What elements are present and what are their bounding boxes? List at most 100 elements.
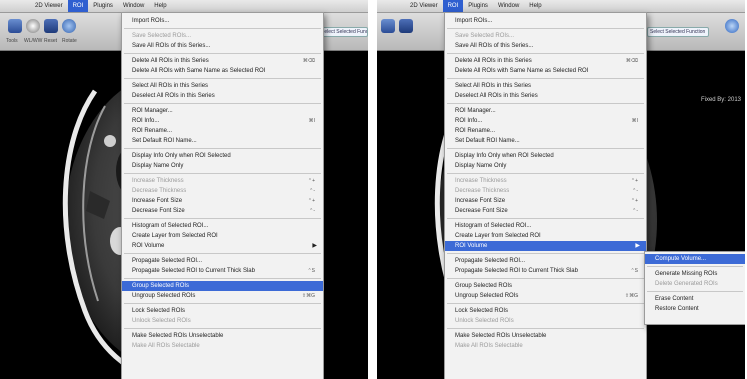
menubar-item-plugins[interactable]: Plugins bbox=[88, 0, 118, 12]
menu-item-deselect-all-rois-in-this-series[interactable]: Deselect All ROIs in this Series bbox=[122, 91, 323, 101]
roi-menu: Import ROIs... Save Selected ROIs... Save … bbox=[121, 12, 324, 379]
menu-item-shortcut: ⌘I bbox=[308, 118, 315, 124]
menu-item-label: Decrease Font Size bbox=[455, 208, 508, 214]
menu-item-decrease-font-size[interactable]: Decrease Font Size ⌃- bbox=[445, 206, 646, 216]
tools-icon[interactable] bbox=[8, 19, 22, 33]
menu-item-group-selected-rois[interactable]: Group Selected ROIs bbox=[445, 281, 646, 291]
menu-item-display-name-only[interactable]: Display Name Only bbox=[445, 161, 646, 171]
menu-item-select-all-rois-in-this-series[interactable]: Select All ROIs in this Series bbox=[122, 81, 323, 91]
menu-item-shortcut: ⌃S bbox=[630, 268, 638, 274]
menu-item-delete-all-rois-with-same-name-as-selected-roi[interactable]: Delete All ROIs with Same Name as Select… bbox=[122, 66, 323, 76]
reset-icon[interactable] bbox=[44, 19, 58, 33]
menubar-item-2d-viewer[interactable]: 2D Viewer bbox=[30, 0, 68, 12]
menu-item-label: Decrease Thickness bbox=[455, 188, 510, 194]
reset-icon[interactable] bbox=[399, 19, 413, 33]
menu-item-create-layer-from-selected-roi[interactable]: Create Layer from Selected ROI bbox=[122, 231, 323, 241]
menu-item-propagate-selected-roi[interactable]: Propagate Selected ROI... bbox=[445, 256, 646, 266]
wlww-icon[interactable] bbox=[26, 19, 40, 33]
menu-item-restore-content[interactable]: Restore Content bbox=[645, 304, 745, 314]
menu-item-roi-manager[interactable]: ROI Manager... bbox=[445, 106, 646, 116]
menu-item-save-all-rois-of-this-series[interactable]: Save All ROIs of this Series... bbox=[445, 41, 646, 51]
menu-item-label: Save Selected ROIs... bbox=[132, 33, 192, 39]
menu-item-decrease-thickness[interactable]: Decrease Thickness ⌃- bbox=[445, 186, 646, 196]
menubar-item-help[interactable]: Help bbox=[524, 0, 546, 12]
menu-item-delete-all-rois-with-same-name-as-selected-roi[interactable]: Delete All ROIs with Same Name as Select… bbox=[445, 66, 646, 76]
menu-item-delete-generated-rois[interactable]: Delete Generated ROIs bbox=[645, 279, 745, 289]
menu-item-set-default-roi-name[interactable]: Set Default ROI Name... bbox=[445, 136, 646, 146]
menu-item-create-layer-from-selected-roi[interactable]: Create Layer from Selected ROI bbox=[445, 231, 646, 241]
menu-item-save-selected-rois[interactable]: Save Selected ROIs... bbox=[445, 31, 646, 41]
menu-item-group-selected-rois[interactable]: Group Selected ROIs bbox=[122, 281, 323, 291]
menu-separator bbox=[447, 78, 644, 79]
menu-item-propagate-selected-roi[interactable]: Propagate Selected ROI... bbox=[122, 256, 323, 266]
menu-item-display-info-only-when-roi-selected[interactable]: Display Info Only when ROI Selected bbox=[122, 151, 323, 161]
menubar-item-window[interactable]: Window bbox=[493, 0, 524, 12]
menubar-item-plugins[interactable]: Plugins bbox=[463, 0, 493, 12]
menu-item-import-rois[interactable]: Import ROIs... bbox=[122, 16, 323, 26]
menu-item-unlock-selected-rois[interactable]: Unlock Selected ROIs bbox=[122, 316, 323, 326]
menu-item-ungroup-selected-rois[interactable]: Ungroup Selected ROIs ⇧⌘G bbox=[122, 291, 323, 301]
menu-item-shortcut: ⌃- bbox=[309, 188, 315, 194]
menu-item-label: Propagate Selected ROI to Current Thick … bbox=[132, 268, 255, 274]
menu-item-make-all-rois-selectable[interactable]: Make All ROIs Selectable bbox=[122, 341, 323, 351]
menu-item-decrease-thickness[interactable]: Decrease Thickness ⌃- bbox=[122, 186, 323, 196]
menu-item-delete-all-rois-in-this-series[interactable]: Delete All ROIs in this Series ⌘⌫ bbox=[122, 56, 323, 66]
menu-separator bbox=[447, 28, 644, 29]
function-field[interactable]: Select Selected Function bbox=[318, 27, 368, 37]
menu-item-display-name-only[interactable]: Display Name Only bbox=[122, 161, 323, 171]
menu-item-roi-volume[interactable]: ROI Volume ▶ bbox=[445, 241, 646, 251]
menu-item-delete-all-rois-in-this-series[interactable]: Delete All ROIs in this Series ⌘⌫ bbox=[445, 56, 646, 66]
menu-item-make-all-rois-selectable[interactable]: Make All ROIs Selectable bbox=[445, 341, 646, 351]
menu-separator bbox=[124, 103, 321, 104]
menu-item-increase-font-size[interactable]: Increase Font Size ⌃+ bbox=[122, 196, 323, 206]
menu-item-lock-selected-rois[interactable]: Lock Selected ROIs bbox=[445, 306, 646, 316]
menu-item-lock-selected-rois[interactable]: Lock Selected ROIs bbox=[122, 306, 323, 316]
menu-item-propagate-selected-roi-to-current-thick-slab[interactable]: Propagate Selected ROI to Current Thick … bbox=[445, 266, 646, 276]
menu-item-make-selected-rois-unselectable[interactable]: Make Selected ROIs Unselectable bbox=[445, 331, 646, 341]
menu-item-set-default-roi-name[interactable]: Set Default ROI Name... bbox=[122, 136, 323, 146]
menu-item-roi-manager[interactable]: ROI Manager... bbox=[122, 106, 323, 116]
rotate-icon[interactable] bbox=[62, 19, 76, 33]
menu-item-label: Import ROIs... bbox=[455, 18, 493, 24]
menu-item-decrease-font-size[interactable]: Decrease Font Size ⌃- bbox=[122, 206, 323, 216]
menu-item-increase-thickness[interactable]: Increase Thickness ⌃+ bbox=[445, 176, 646, 186]
menu-item-generate-missing-rois[interactable]: Generate Missing ROIs bbox=[645, 269, 745, 279]
menu-item-roi-volume[interactable]: ROI Volume ▶ bbox=[122, 241, 323, 251]
menu-item-save-selected-rois[interactable]: Save Selected ROIs... bbox=[122, 31, 323, 41]
menu-item-import-rois[interactable]: Import ROIs... bbox=[445, 16, 646, 26]
menu-item-label: Propagate Selected ROI... bbox=[132, 258, 203, 264]
menu-item-label: Group Selected ROIs bbox=[455, 283, 513, 289]
menu-item-save-all-rois-of-this-series[interactable]: Save All ROIs of this Series... bbox=[122, 41, 323, 51]
menu-item-roi-info[interactable]: ROI Info... ⌘I bbox=[445, 116, 646, 126]
refresh-icon[interactable] bbox=[725, 19, 739, 33]
submenu-arrow-icon: ▶ bbox=[635, 243, 640, 249]
menu-item-roi-rename[interactable]: ROI Rename... bbox=[122, 126, 323, 136]
tools-icon[interactable] bbox=[381, 19, 395, 33]
menu-item-deselect-all-rois-in-this-series[interactable]: Deselect All ROIs in this Series bbox=[445, 91, 646, 101]
menu-item-label: Display Name Only bbox=[132, 163, 184, 169]
menu-item-label: ROI Volume bbox=[455, 243, 488, 249]
menu-item-select-all-rois-in-this-series[interactable]: Select All ROIs in this Series bbox=[445, 81, 646, 91]
menu-item-propagate-selected-roi-to-current-thick-slab[interactable]: Propagate Selected ROI to Current Thick … bbox=[122, 266, 323, 276]
menu-item-increase-thickness[interactable]: Increase Thickness ⌃+ bbox=[122, 176, 323, 186]
menu-item-roi-info[interactable]: ROI Info... ⌘I bbox=[122, 116, 323, 126]
menubar-item-roi[interactable]: ROI bbox=[442, 0, 464, 12]
menubar-item-2d-viewer[interactable]: 2D Viewer bbox=[405, 0, 443, 12]
menubar-item-window[interactable]: Window bbox=[118, 0, 149, 12]
menu-item-make-selected-rois-unselectable[interactable]: Make Selected ROIs Unselectable bbox=[122, 331, 323, 341]
menu-separator bbox=[124, 148, 321, 149]
menu-item-unlock-selected-rois[interactable]: Unlock Selected ROIs bbox=[445, 316, 646, 326]
menu-item-display-info-only-when-roi-selected[interactable]: Display Info Only when ROI Selected bbox=[445, 151, 646, 161]
function-field[interactable]: Select Selected Function bbox=[647, 27, 709, 37]
menu-item-label: Select All ROIs in this Series bbox=[132, 83, 209, 89]
menu-item-histogram-of-selected-roi[interactable]: Histogram of Selected ROI... bbox=[445, 221, 646, 231]
menu-item-erase-content[interactable]: Erase Content bbox=[645, 294, 745, 304]
menu-item-roi-rename[interactable]: ROI Rename... bbox=[445, 126, 646, 136]
menubar-item-roi[interactable]: ROI bbox=[67, 0, 89, 12]
menu-item-histogram-of-selected-roi[interactable]: Histogram of Selected ROI... bbox=[122, 221, 323, 231]
menu-item-label: Generate Missing ROIs bbox=[655, 271, 718, 277]
menu-item-increase-font-size[interactable]: Increase Font Size ⌃+ bbox=[445, 196, 646, 206]
menu-item-ungroup-selected-rois[interactable]: Ungroup Selected ROIs ⇧⌘G bbox=[445, 291, 646, 301]
menu-item-compute-volume[interactable]: Compute Volume... bbox=[645, 254, 745, 264]
menubar-item-help[interactable]: Help bbox=[149, 0, 171, 12]
